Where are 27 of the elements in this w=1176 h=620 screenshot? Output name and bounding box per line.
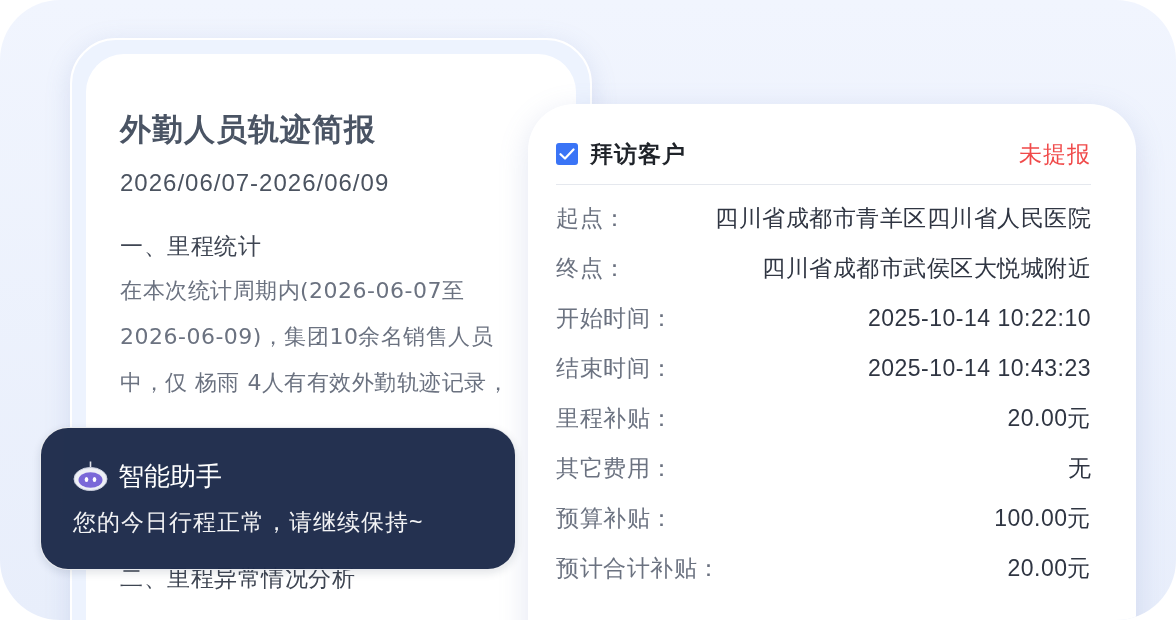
field-label: 预计合计补贴： bbox=[556, 554, 721, 583]
field-value: 四川省成都市武侯区大悦城附近 bbox=[762, 254, 1091, 283]
field-value: 无 bbox=[1067, 454, 1091, 483]
field-label: 其它费用： bbox=[556, 454, 674, 483]
field-label: 里程补贴： bbox=[556, 404, 674, 433]
field-label: 预算补贴： bbox=[556, 504, 674, 533]
report-title: 外勤人员轨迹简报 bbox=[120, 111, 376, 149]
field-label: 终点： bbox=[556, 254, 627, 283]
field-value: 2025-10-14 10:22:10 bbox=[867, 304, 1091, 333]
checkmark-icon bbox=[559, 147, 575, 160]
checkbox[interactable] bbox=[556, 142, 578, 165]
field-value: 20.00元 bbox=[1007, 404, 1091, 433]
field-label: 起点： bbox=[556, 204, 627, 233]
field-label: 结束时间： bbox=[556, 354, 674, 383]
assistant-message: 您的今日行程正常，请继续保持~ bbox=[73, 508, 424, 537]
field-value: 100.00元 bbox=[994, 504, 1091, 533]
checkbox-label: 拜访客户 bbox=[590, 139, 686, 168]
field-value: 四川省成都市青羊区四川省人民医院 bbox=[715, 204, 1091, 233]
field-label: 开始时间： bbox=[556, 304, 674, 333]
assistant-title: 智能助手 bbox=[118, 460, 222, 492]
field-value: 2025-10-14 10:43:23 bbox=[867, 354, 1091, 383]
date-range: 2026/06/07-2026/06/09 bbox=[120, 168, 390, 198]
robot-icon bbox=[73, 461, 108, 491]
status-label: 未提报 bbox=[1019, 139, 1091, 168]
section-heading: 一、里程统计 bbox=[120, 232, 261, 261]
report-paragraph: 在本次统计周期内(2026-06-07至2026-06-09)，集团10余名销售人员中，仅 杨雨 4人有有效外勤轨迹记录， bbox=[120, 277, 511, 397]
field-value: 20.00元 bbox=[1007, 554, 1091, 583]
